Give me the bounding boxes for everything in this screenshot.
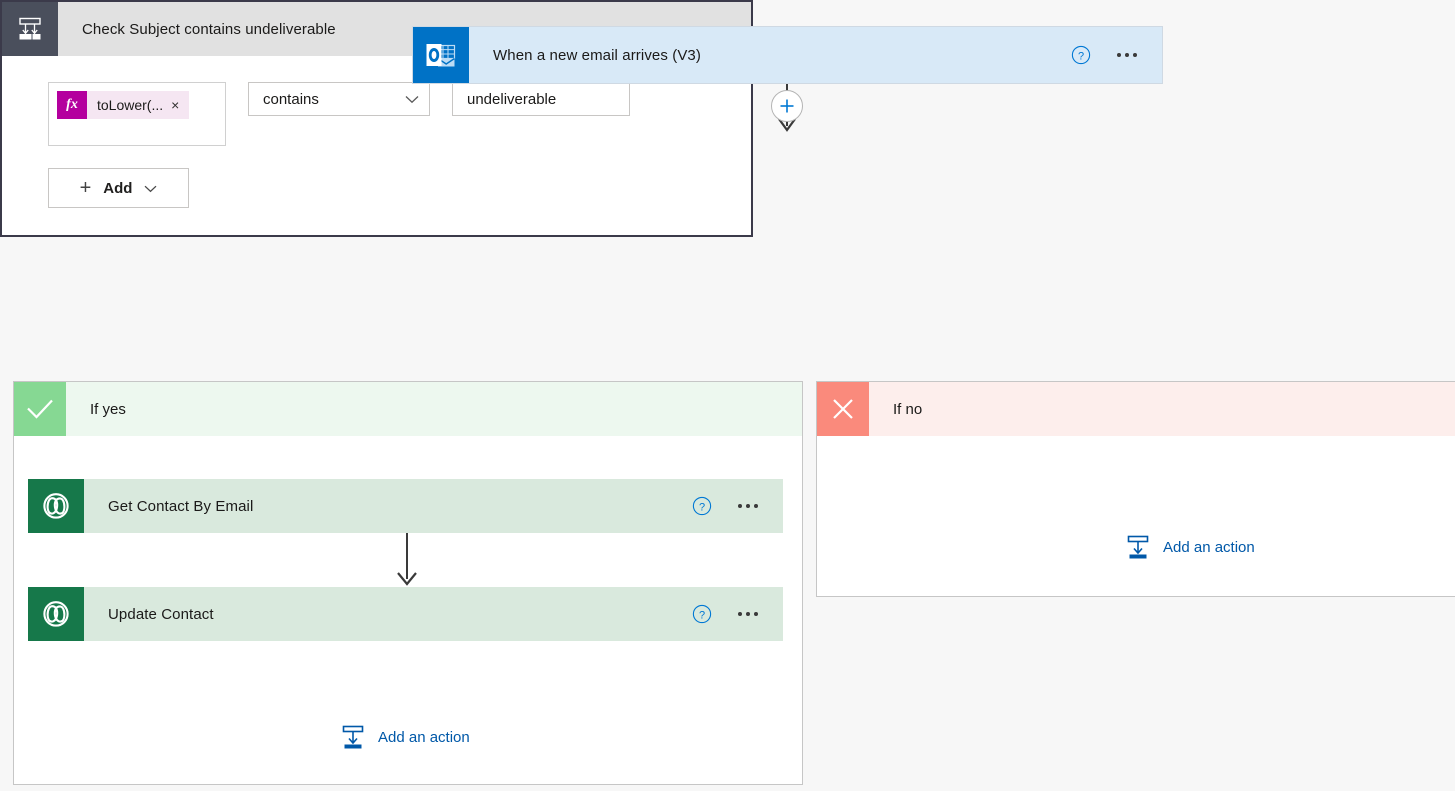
more-commands-button[interactable] bbox=[731, 493, 765, 519]
dot bbox=[738, 612, 742, 616]
plus-icon: + bbox=[80, 178, 92, 198]
action-card-body: Update Contact ? bbox=[84, 587, 783, 641]
trigger-card-actions: ? bbox=[1068, 42, 1162, 68]
help-icon[interactable]: ? bbox=[689, 493, 715, 519]
add-action-icon bbox=[340, 724, 366, 750]
action-card-get-contact-by-email[interactable]: Get Contact By Email ? bbox=[28, 479, 783, 533]
condition-icon bbox=[2, 2, 58, 56]
condition-value-input[interactable]: undeliverable bbox=[452, 82, 630, 116]
action-card-actions: ? bbox=[689, 601, 783, 627]
chevron-down-icon bbox=[405, 95, 419, 104]
dot bbox=[738, 504, 742, 508]
dot bbox=[754, 504, 758, 508]
trigger-card[interactable]: When a new email arrives (V3) ? bbox=[412, 26, 1163, 84]
more-commands-button[interactable] bbox=[1110, 42, 1144, 68]
dynamics-contact-icon bbox=[28, 587, 84, 641]
action-card-body: Get Contact By Email ? bbox=[84, 479, 783, 533]
branch-if-yes-header: If yes bbox=[14, 382, 802, 436]
add-an-action-button-if-yes[interactable]: Add an action bbox=[340, 724, 470, 750]
help-icon[interactable]: ? bbox=[1068, 42, 1094, 68]
condition-row: fx toLower(... × contains undeliverable bbox=[48, 82, 751, 146]
fx-icon: fx bbox=[57, 91, 87, 119]
branch-if-no-header: If no bbox=[817, 382, 1455, 436]
add-condition-button[interactable]: + Add bbox=[48, 168, 189, 208]
add-an-action-button-if-no[interactable]: Add an action bbox=[1125, 534, 1255, 560]
more-commands-button[interactable] bbox=[731, 601, 765, 627]
help-icon[interactable]: ? bbox=[689, 601, 715, 627]
dot bbox=[746, 612, 750, 616]
chevron-down-icon bbox=[144, 180, 157, 197]
close-x-icon bbox=[817, 382, 869, 436]
add-action-icon bbox=[1125, 534, 1151, 560]
action-title: Update Contact bbox=[108, 606, 689, 623]
svg-text:?: ? bbox=[1078, 50, 1084, 62]
condition-left-operand-field[interactable]: fx toLower(... × bbox=[48, 82, 226, 146]
outlook-icon bbox=[413, 27, 469, 83]
expression-token-text: toLower(... bbox=[87, 97, 169, 113]
dot bbox=[1133, 53, 1137, 57]
trigger-title: When a new email arrives (V3) bbox=[493, 47, 1068, 64]
add-condition-label: Add bbox=[103, 180, 132, 197]
expression-token[interactable]: fx toLower(... × bbox=[57, 91, 189, 119]
svg-text:?: ? bbox=[699, 609, 705, 621]
add-an-action-label: Add an action bbox=[378, 729, 470, 746]
dot bbox=[1117, 53, 1121, 57]
condition-operator-value: contains bbox=[263, 91, 405, 108]
dot bbox=[1125, 53, 1129, 57]
dot bbox=[754, 612, 758, 616]
checkmark-icon bbox=[14, 382, 66, 436]
insert-step-button[interactable] bbox=[771, 90, 803, 122]
branch-if-yes-label: If yes bbox=[66, 382, 802, 436]
trigger-card-body: When a new email arrives (V3) ? bbox=[469, 27, 1162, 83]
dot bbox=[746, 504, 750, 508]
action-title: Get Contact By Email bbox=[108, 498, 689, 515]
svg-text:?: ? bbox=[699, 501, 705, 513]
action-card-update-contact[interactable]: Update Contact ? bbox=[28, 587, 783, 641]
branch-if-no-label: If no bbox=[869, 382, 1455, 436]
add-an-action-label: Add an action bbox=[1163, 539, 1255, 556]
condition-operator-select[interactable]: contains bbox=[248, 82, 430, 116]
branch-if-no: If no bbox=[816, 381, 1455, 597]
action-card-actions: ? bbox=[689, 493, 783, 519]
connector-get-contact-to-update-contact bbox=[390, 533, 424, 587]
dynamics-contact-icon bbox=[28, 479, 84, 533]
remove-token-icon[interactable]: × bbox=[169, 98, 189, 112]
